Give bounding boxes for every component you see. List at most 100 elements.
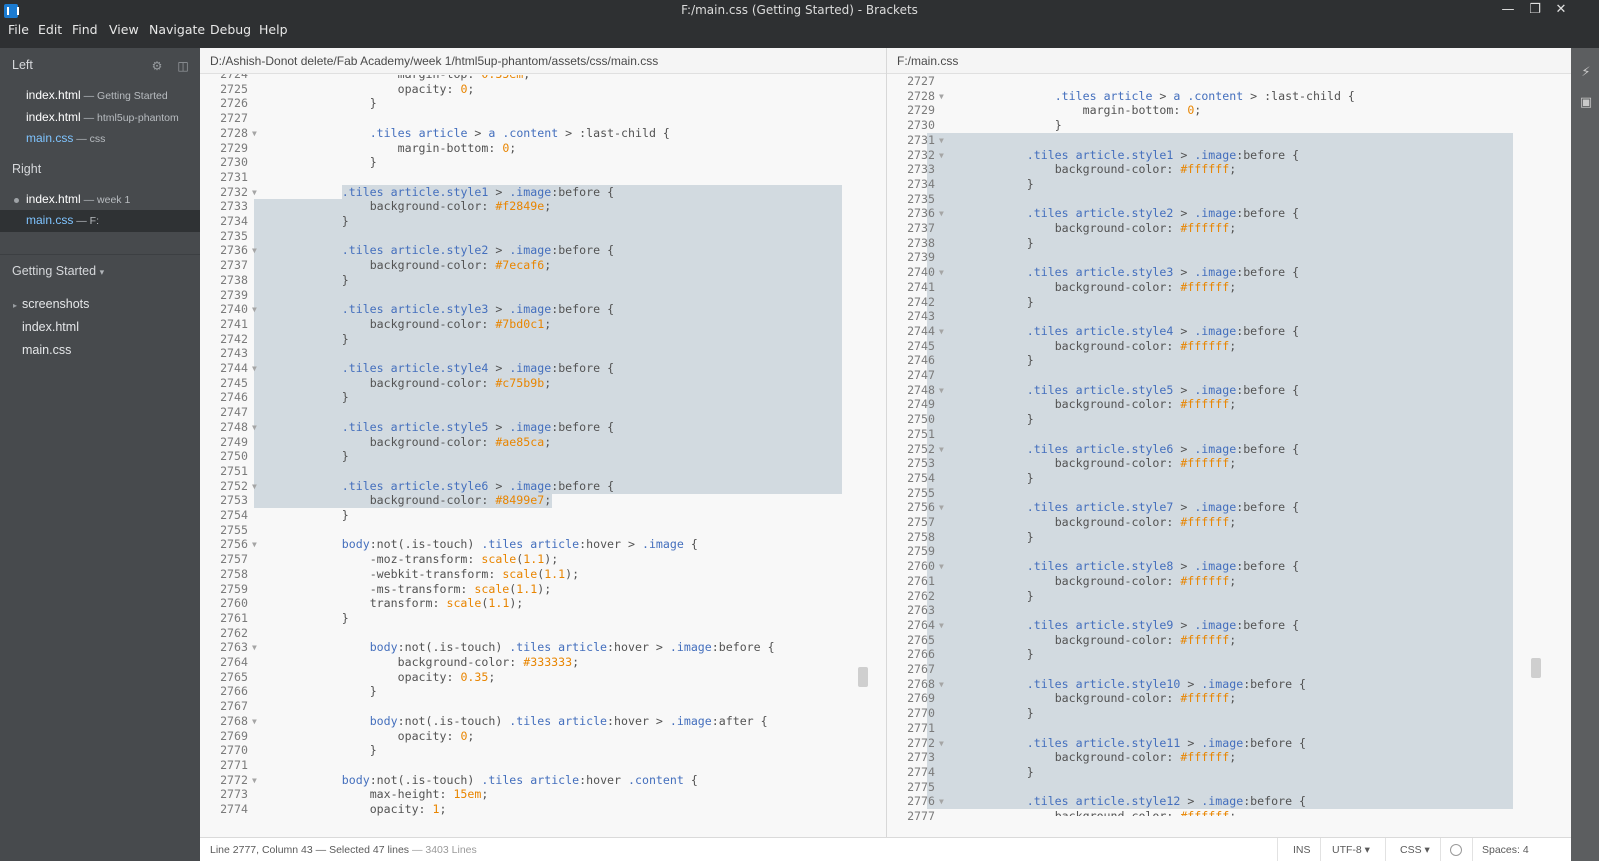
code-line[interactable]: 2757 -moz-transform: scale(1.1); xyxy=(200,552,886,567)
code-line[interactable]: 2744 ▼ .tiles article.style4 > .image:bef… xyxy=(887,323,1571,339)
code-line[interactable]: 2777 background-color: #ffffff; xyxy=(887,809,1571,824)
code-line[interactable]: 2740 ▼ .tiles article.style3 > .image:bef… xyxy=(200,302,886,318)
code-line[interactable]: 2766 } xyxy=(887,647,1571,663)
code-line[interactable]: 2725 opacity: 0; xyxy=(200,82,886,97)
code-line[interactable]: 2734 } xyxy=(887,176,1571,192)
close-button[interactable]: ✕ xyxy=(1550,1,1572,19)
code-line[interactable]: 2763 xyxy=(887,603,1571,619)
code-line[interactable]: 2760 transform: scale(1.1); xyxy=(200,596,886,611)
code-line[interactable]: 2761 background-color: #ffffff; xyxy=(887,573,1571,589)
code-line[interactable]: 2738 } xyxy=(887,235,1571,251)
folder-collapsed-icon[interactable]: ▸ xyxy=(8,299,22,313)
code-line[interactable]: 2744 ▼ .tiles article.style4 > .image:bef… xyxy=(200,361,886,376)
code-line[interactable]: 2750 } xyxy=(200,449,886,465)
code-line[interactable]: 2751 xyxy=(887,426,1571,442)
menu-file[interactable]: File xyxy=(8,22,29,37)
code-line[interactable]: 2726 } xyxy=(200,96,886,111)
menu-debug[interactable]: Debug xyxy=(210,22,251,37)
linting-status-icon[interactable] xyxy=(1450,844,1462,856)
code-line[interactable]: 2742 } xyxy=(200,331,886,347)
code-line[interactable]: 2768 ▼ .tiles article.style10 > .image:be… xyxy=(887,676,1571,692)
code-line[interactable]: 2763 ▼ body:not(.is-touch) .tiles article… xyxy=(200,640,886,655)
working-file-item[interactable]: main.css — css xyxy=(26,131,105,145)
code-line[interactable]: 2754 } xyxy=(887,470,1571,486)
code-line[interactable]: 2752 ▼ .tiles article.style6 > .image:bef… xyxy=(200,478,886,494)
code-line[interactable]: 2766 } xyxy=(200,684,886,699)
code-line[interactable]: 2758 } xyxy=(887,529,1571,545)
code-line[interactable]: 2770 } xyxy=(887,706,1571,722)
code-line[interactable]: 2764 ▼ .tiles article.style9 > .image:bef… xyxy=(887,617,1571,633)
code-line[interactable]: 2752 ▼ .tiles article.style6 > .image:bef… xyxy=(887,441,1571,457)
code-line[interactable]: 2734 } xyxy=(200,214,886,229)
code-line[interactable]: 2747 xyxy=(887,368,1571,383)
scrollbar-thumb[interactable] xyxy=(1531,658,1541,678)
code-line[interactable]: 2762 } xyxy=(887,588,1571,604)
code-line[interactable]: 2751 xyxy=(200,463,886,479)
menu-view[interactable]: View xyxy=(109,22,139,37)
code-line[interactable]: 2741 background-color: #ffffff; xyxy=(887,279,1571,295)
code-line[interactable]: 2756 ▼ .tiles article.style7 > .image:bef… xyxy=(887,500,1571,516)
code-line[interactable]: 2730 } xyxy=(887,118,1571,133)
code-line[interactable]: 2764 background-color: #333333; xyxy=(200,655,886,670)
code-line[interactable]: 2775 xyxy=(887,779,1571,795)
code-line[interactable]: 2765 background-color: #ffffff; xyxy=(887,632,1571,648)
indent-spaces[interactable]: Spaces: 4 xyxy=(1482,844,1529,856)
fold-arrow-icon[interactable]: ▼ xyxy=(939,133,949,148)
menu-edit[interactable]: Edit xyxy=(38,22,62,37)
code-line[interactable]: 2738 } xyxy=(200,272,886,288)
minimize-button[interactable]: — xyxy=(1497,1,1519,19)
code-line[interactable]: 2772 ▼ .tiles article.style11 > .image:be… xyxy=(887,735,1571,751)
code-line[interactable]: 2727 xyxy=(887,74,1571,89)
code-line[interactable]: 2743 xyxy=(887,309,1571,325)
editor-pane-left[interactable]: D:/Ashish-Donot delete/Fab Academy/week … xyxy=(200,48,886,837)
code-line[interactable]: 2774 } xyxy=(887,764,1571,780)
code-line[interactable]: 2728 ▼ .tiles article > a .content > :las… xyxy=(887,89,1571,104)
restore-button[interactable]: ❐ xyxy=(1524,1,1546,19)
code-area-right[interactable]: 2727 2728 ▼ .tiles article > a .content > … xyxy=(887,74,1571,837)
code-line[interactable]: 2748 ▼ .tiles article.style5 > .image:bef… xyxy=(887,382,1571,398)
code-line[interactable]: 2733 background-color: #f2849e; xyxy=(200,199,886,215)
menu-find[interactable]: Find xyxy=(72,22,98,37)
code-line[interactable]: 2745 background-color: #c75b9b; xyxy=(200,375,886,391)
code-line[interactable]: 2727 xyxy=(200,111,886,126)
code-line[interactable]: 2746 } xyxy=(200,390,886,406)
menu-navigate[interactable]: Navigate xyxy=(149,22,205,37)
code-line[interactable]: 2745 background-color: #ffffff; xyxy=(887,338,1571,354)
code-line[interactable]: 2771 xyxy=(200,758,886,773)
code-line[interactable]: 2750 } xyxy=(887,412,1571,428)
menu-help[interactable]: Help xyxy=(259,22,288,37)
insert-mode-toggle[interactable]: INS xyxy=(1293,844,1311,856)
code-line[interactable]: 2739 xyxy=(200,287,886,303)
gear-icon[interactable]: ⚙ xyxy=(150,59,164,73)
encoding-dropdown[interactable]: UTF-8 ▾ xyxy=(1332,844,1370,856)
code-area-left[interactable]: 2724 margin-top: 0.35em; 2725 opacity: 0;… xyxy=(200,74,886,837)
code-line[interactable]: 2741 background-color: #7bd0c1; xyxy=(200,316,886,332)
code-line[interactable]: 2735 xyxy=(200,228,886,244)
code-line[interactable]: 2768 ▼ body:not(.is-touch) .tiles article… xyxy=(200,714,886,729)
code-line[interactable]: 2732 ▼ .tiles article.style1 > .image:bef… xyxy=(200,184,886,200)
code-line[interactable]: 2729 margin-bottom: 0; xyxy=(200,141,886,156)
code-line[interactable]: 2733 background-color: #ffffff; xyxy=(887,162,1571,178)
code-line[interactable]: 2773 max-height: 15em; xyxy=(200,787,886,802)
code-line[interactable]: 2746 } xyxy=(887,353,1571,369)
code-line[interactable]: 2747 xyxy=(200,405,886,421)
working-file-item[interactable]: main.css — F: xyxy=(26,213,99,227)
editor-pane-right[interactable]: F:/main.css 2727 2728 ▼ .tiles article > a… xyxy=(886,48,1571,837)
code-line[interactable]: 2732 ▼ .tiles article.style1 > .image:bef… xyxy=(887,147,1571,163)
code-line[interactable]: 2737 background-color: #ffffff; xyxy=(887,221,1571,236)
code-line[interactable]: 2759 xyxy=(887,544,1571,560)
code-line[interactable]: 2771 xyxy=(887,720,1571,736)
code-line[interactable]: 2761 } xyxy=(200,611,886,626)
code-line[interactable]: 2755 xyxy=(200,523,886,538)
code-line[interactable]: 2742 } xyxy=(887,294,1571,310)
tree-folder-screenshots[interactable]: screenshots xyxy=(22,297,89,311)
code-line[interactable]: 2773 background-color: #ffffff; xyxy=(887,750,1571,766)
live-preview-icon[interactable]: ⚡ xyxy=(1577,66,1595,80)
code-line[interactable]: 2769 background-color: #ffffff; xyxy=(887,691,1571,707)
code-line[interactable]: 2729 margin-bottom: 0; xyxy=(887,103,1571,118)
code-line[interactable]: 2730 } xyxy=(200,155,886,170)
code-line[interactable]: 2774 opacity: 1; xyxy=(200,802,886,817)
code-line[interactable]: 2776 ▼ .tiles article.style12 > .image:be… xyxy=(887,794,1571,810)
code-line[interactable]: 2767 xyxy=(200,699,886,714)
code-line[interactable]: 2772 ▼ body:not(.is-touch) .tiles article… xyxy=(200,773,886,788)
